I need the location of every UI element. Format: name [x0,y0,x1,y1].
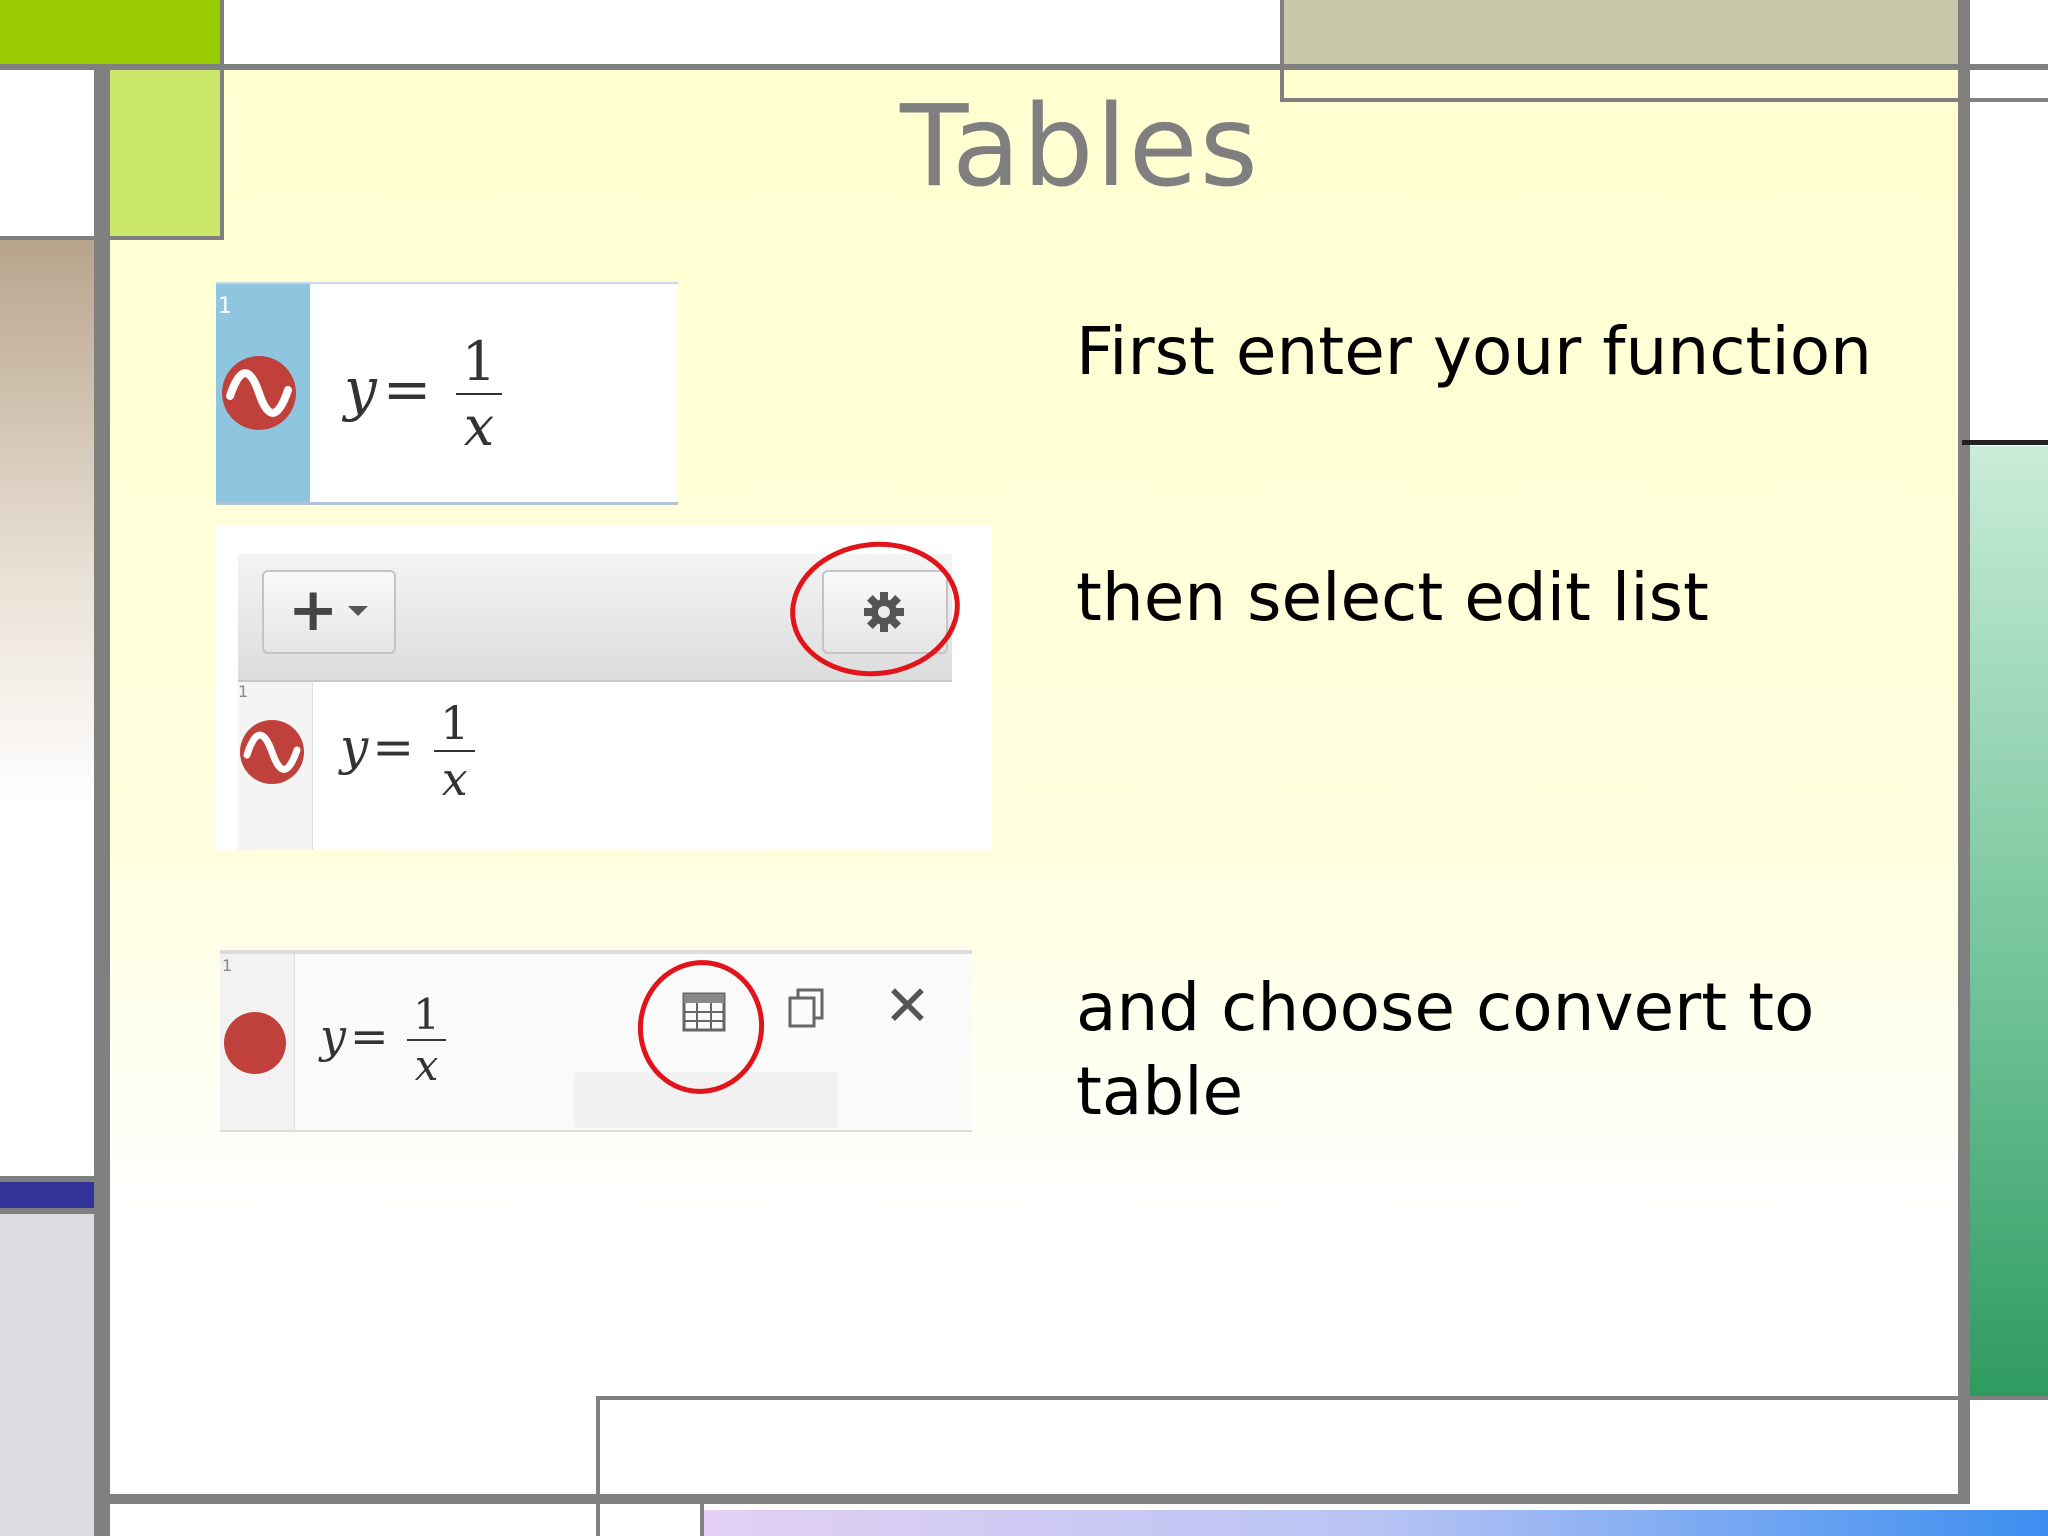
left-gradient-bar [0,240,94,1180]
duplicate-icon[interactable] [786,988,826,1030]
right-green-bar [1970,446,2048,1398]
frame-line [596,1396,1960,1400]
equation-lhs: y [340,718,369,776]
frame-line [94,1494,1970,1504]
fraction-denominator: x [463,395,495,458]
fraction-numerator: 1 [407,990,446,1041]
row-number: 1 [222,956,233,975]
function-entry-panel: 1 y = 1 x [216,282,678,505]
frame-line [0,236,224,240]
equation-equals: = [382,355,432,424]
equation-equals: = [350,1009,389,1063]
convert-table-panel: 1 y= 1 x ✕ [220,950,972,1132]
step-caption-1: First enter your function [1076,313,1872,390]
equation-lhs: y [320,1009,346,1063]
row-selector[interactable]: 1 [216,284,310,502]
frame-line [1958,1396,2048,1400]
frame-line [220,0,224,240]
wave-function-icon[interactable] [240,720,304,784]
left-gray-block [0,1214,94,1536]
frame-line [700,1504,704,1536]
edit-list-panel: + 1 y= 1 x [216,526,992,850]
function-equation[interactable]: y= 1 x [320,990,446,1090]
equation-equals: = [372,718,415,776]
step-caption-3: and choose convert to table [1076,969,1815,1130]
fraction-denominator: x [441,752,468,806]
equation-lhs: y [344,355,377,424]
row-number: 1 [218,294,232,319]
olive-block [1280,0,1960,64]
frame-line [0,1176,110,1182]
add-item-button[interactable]: + [262,570,396,654]
frame-line [0,64,2048,70]
row-selector[interactable]: 1 [220,954,295,1130]
slide-title: Tables [900,82,1260,212]
step-caption-2: then select edit list [1076,559,1709,636]
frame-line [596,1396,600,1536]
frame-line [0,1208,110,1214]
corner-green-block [0,0,222,64]
fraction-denominator: x [414,1041,439,1090]
chevron-down-icon [348,606,368,616]
navy-stripe [0,1182,94,1208]
bottom-gradient-bar [700,1510,2048,1536]
function-equation[interactable]: y= 1 x [344,330,503,458]
close-icon[interactable]: ✕ [884,974,931,1039]
frame-line [1958,0,1970,1500]
row-selector[interactable]: 1 [238,682,313,850]
equation-fraction: 1 x [455,330,503,458]
row-number: 1 [238,682,249,701]
light-green-block [110,70,222,238]
wave-function-icon[interactable] [222,356,296,430]
frame-line [1962,440,2048,445]
function-equation[interactable]: y= 1 x [340,696,476,806]
fraction-numerator: 1 [455,330,503,395]
equation-fraction: 1 x [407,990,446,1090]
fraction-numerator: 1 [434,696,476,752]
equation-fraction: 1 x [434,696,476,806]
frame-line [94,64,110,1536]
graph-color-icon[interactable] [224,1012,286,1074]
plus-dropdown-icon: + [288,575,339,645]
